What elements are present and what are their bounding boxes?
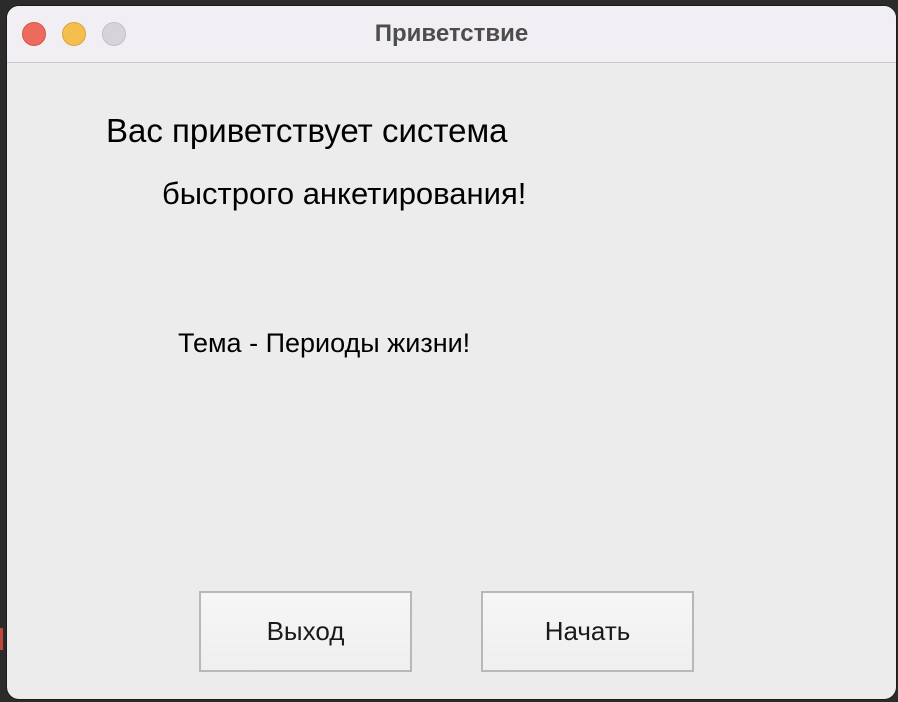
start-button[interactable]: Начать (481, 591, 694, 672)
title-bar[interactable]: Приветствие (7, 6, 896, 63)
welcome-text-line-1: Вас приветствует система (106, 112, 508, 149)
topic-label: Тема - Периоды жизни! (178, 328, 471, 358)
welcome-window: Приветствие Вас приветствует система быс… (7, 6, 896, 699)
exit-button[interactable]: Выход (199, 591, 412, 672)
window-title: Приветствие (374, 20, 529, 47)
welcome-text-line-2: быстрого анкетирования! (162, 176, 527, 211)
background-window-edge (0, 628, 3, 650)
